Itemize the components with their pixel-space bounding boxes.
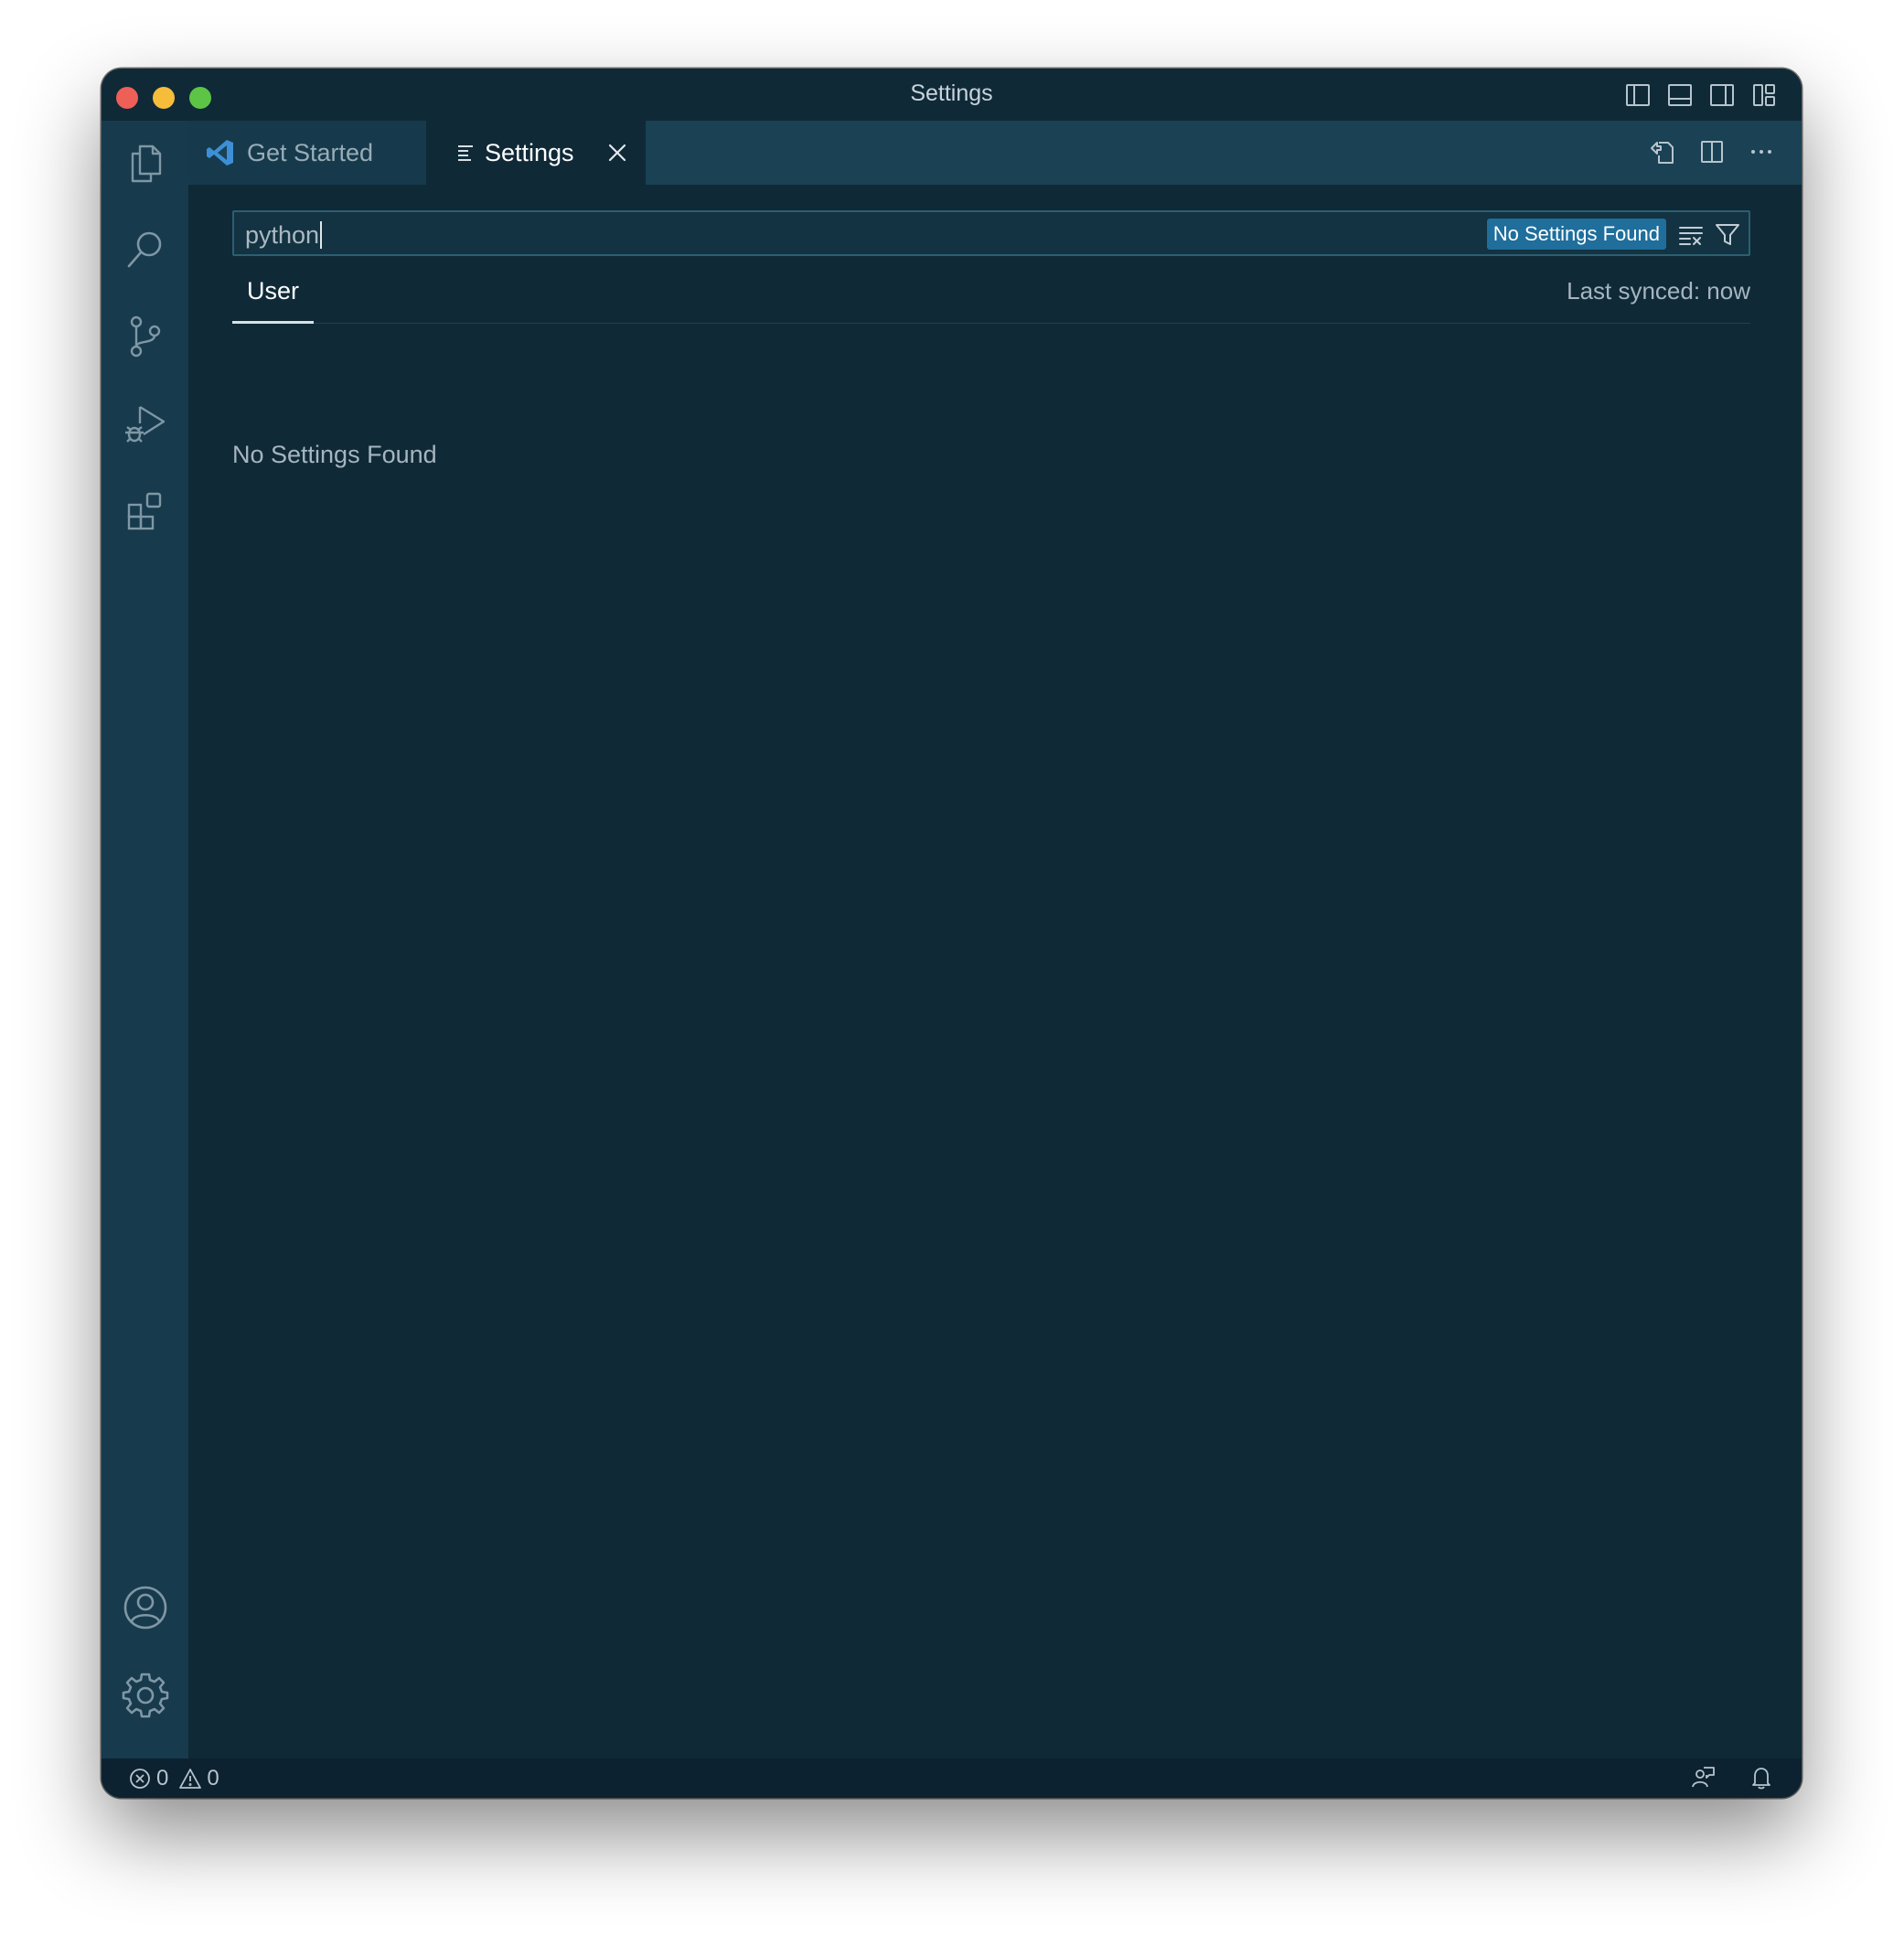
tab-label: Settings	[485, 138, 574, 166]
settings-editor-icon	[458, 145, 473, 161]
last-synced-label: Last synced: now	[1567, 277, 1750, 305]
error-icon	[130, 1769, 150, 1789]
editor-tab-bar: Get Started Settings	[188, 121, 1802, 185]
settings-scope-tabs: User Last synced: now	[232, 273, 1750, 324]
open-settings-json-icon[interactable]	[1648, 137, 1677, 166]
tab-user[interactable]: User	[232, 273, 315, 324]
search-actions	[1677, 220, 1741, 248]
tab-get-started[interactable]: Get Started	[188, 121, 426, 185]
warning-icon	[179, 1769, 202, 1789]
search-input-value[interactable]: python	[245, 221, 323, 249]
manage-gear-icon[interactable]	[122, 1671, 169, 1718]
toggle-secondary-sidebar-icon[interactable]	[1708, 81, 1736, 109]
error-count: 0	[156, 1766, 169, 1791]
notifications-bell-icon[interactable]	[1749, 1765, 1774, 1791]
vscode-window: Settings Get Started Settings python No …	[102, 69, 1802, 1798]
close-icon[interactable]	[605, 141, 629, 165]
accounts-feedback-icon[interactable]	[1690, 1765, 1716, 1791]
customize-layout-icon[interactable]	[1750, 81, 1778, 109]
tab-label: Get Started	[247, 138, 374, 166]
vscode-logo-icon	[207, 140, 233, 166]
extensions-icon[interactable]	[122, 486, 169, 534]
settings-editor: python No Settings Found User Last synce…	[188, 185, 1802, 1759]
run-debug-icon[interactable]	[122, 400, 169, 447]
editor-actions	[1648, 137, 1776, 166]
explorer-icon[interactable]	[122, 139, 169, 187]
more-actions-icon[interactable]	[1747, 137, 1776, 166]
problems-status[interactable]: 0 0	[129, 1766, 219, 1791]
search-icon[interactable]	[122, 226, 169, 273]
toggle-panel-icon[interactable]	[1666, 81, 1694, 109]
status-bar: 0 0	[102, 1759, 1802, 1798]
activity-bar	[102, 121, 188, 1759]
settings-search-input[interactable]: python No Settings Found	[232, 210, 1750, 256]
clear-filter-icon[interactable]	[1677, 220, 1705, 248]
tab-settings[interactable]: Settings	[426, 121, 646, 185]
toggle-primary-sidebar-icon[interactable]	[1624, 81, 1652, 109]
warning-count: 0	[207, 1766, 219, 1791]
results-count-badge: No Settings Found	[1486, 219, 1666, 250]
accounts-icon[interactable]	[122, 1584, 169, 1631]
split-editor-icon[interactable]	[1697, 137, 1727, 166]
filter-icon[interactable]	[1714, 220, 1741, 248]
window-title: Settings	[910, 80, 993, 106]
layout-controls	[1624, 81, 1778, 109]
title-bar: Settings	[102, 69, 1802, 121]
no-settings-found-message: No Settings Found	[232, 441, 437, 468]
status-right-items	[1690, 1765, 1774, 1791]
source-control-icon[interactable]	[122, 313, 169, 360]
